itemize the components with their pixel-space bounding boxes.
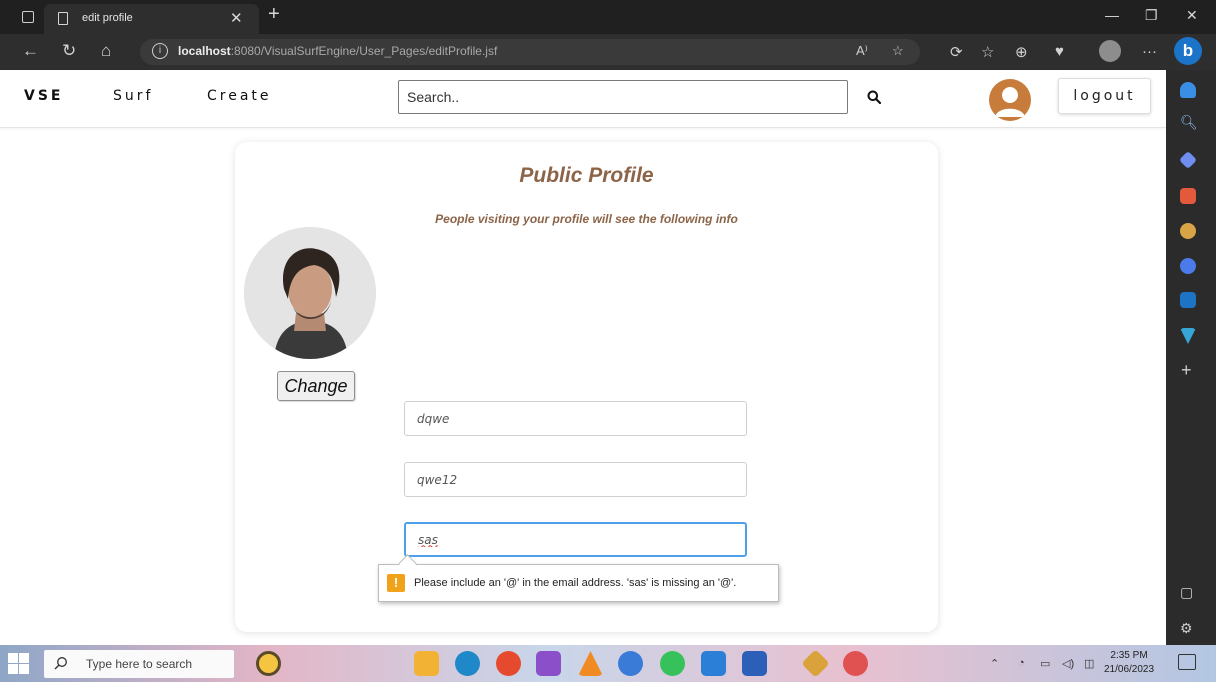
- edge-sidebar: 🔍︎ + ▢ ⚙: [1166, 70, 1216, 645]
- network-icon[interactable]: ◔: [1018, 657, 1025, 669]
- tools-icon[interactable]: [1180, 188, 1196, 204]
- tab-close-icon[interactable]: ✕: [230, 9, 243, 27]
- sidebar-search-icon[interactable]: 🔍︎: [1180, 114, 1198, 131]
- browser-tab-strip: edit profile ✕ + — ❐ ✕: [0, 0, 1216, 34]
- password-input[interactable]: [405, 463, 746, 496]
- clock-time: 2:35 PM: [1110, 650, 1148, 661]
- profile-card: Public Profile People visiting your prof…: [235, 142, 938, 632]
- user-avatar-icon[interactable]: [989, 79, 1031, 121]
- site-search-input[interactable]: [399, 81, 847, 113]
- extensions-icon[interactable]: ⟳: [950, 43, 963, 61]
- windows-start-icon[interactable]: [8, 653, 30, 675]
- warning-icon: !: [387, 574, 405, 592]
- taskbar-search-placeholder: Type here to search: [86, 657, 193, 671]
- collections-icon[interactable]: ⊕: [1015, 43, 1028, 61]
- language-icon[interactable]: ◫: [1084, 657, 1094, 670]
- chrome-icon[interactable]: [496, 651, 521, 676]
- minimize-icon[interactable]: —: [1105, 7, 1119, 23]
- nav-link-create[interactable]: Create: [207, 88, 272, 104]
- new-tab-icon[interactable]: +: [268, 3, 280, 26]
- taskbar-clock[interactable]: 2:35 PM 21/06/2023: [1104, 649, 1154, 677]
- volume-icon[interactable]: ◁): [1062, 657, 1074, 670]
- validation-message: Please include an '@' in the email addre…: [414, 577, 737, 589]
- username-field: [404, 401, 747, 436]
- sidebar-settings-icon[interactable]: ⚙: [1180, 620, 1193, 637]
- bing-chat-icon[interactable]: b: [1174, 37, 1202, 65]
- app-icon-red[interactable]: [843, 651, 868, 676]
- drop-icon[interactable]: [1180, 328, 1196, 344]
- browser-toolbar: ← ↻ ⌂ i localhost:8080/VisualSurfEngine/…: [0, 34, 1216, 70]
- back-icon[interactable]: ←: [22, 41, 39, 61]
- logout-button[interactable]: logout: [1058, 78, 1151, 114]
- discover-icon[interactable]: [1180, 82, 1196, 98]
- nav-link-surf[interactable]: Surf: [113, 88, 153, 104]
- shopping-icon[interactable]: [1178, 150, 1198, 170]
- page-icon: [58, 12, 68, 25]
- taskbar-search-icon: [54, 657, 67, 670]
- favorite-star-icon[interactable]: ☆: [892, 43, 904, 59]
- widgets-icon[interactable]: [256, 651, 281, 676]
- browser-profile-icon[interactable]: [1099, 40, 1121, 62]
- word-icon[interactable]: [742, 651, 767, 676]
- email-field: [404, 522, 747, 557]
- read-aloud-icon[interactable]: A⁾: [856, 43, 868, 59]
- site-search-box: [398, 80, 848, 114]
- app-icon-blue[interactable]: [618, 651, 643, 676]
- site-info-icon[interactable]: i: [152, 43, 168, 59]
- windows-taskbar: Type here to search ⌃ ◔ ▭ ◁) ◫ 2:35 PM 2…: [0, 645, 1216, 682]
- taskbar-search-box[interactable]: Type here to search: [44, 650, 234, 678]
- page-title: Public Profile: [519, 164, 654, 187]
- refresh-icon[interactable]: ↻: [62, 41, 76, 61]
- notifications-icon[interactable]: [1178, 654, 1196, 670]
- restore-icon[interactable]: ❐: [1145, 7, 1158, 24]
- brand-link[interactable]: VSE: [24, 88, 63, 104]
- tray-overflow-icon[interactable]: ⌃: [990, 657, 999, 670]
- validation-tooltip: ! Please include an '@' in the email add…: [378, 564, 779, 602]
- window-close-icon[interactable]: ✕: [1186, 7, 1198, 24]
- site-navbar: VSE Surf Create logout: [0, 70, 1166, 128]
- add-sidebar-app-icon[interactable]: +: [1181, 360, 1192, 381]
- more-options-icon[interactable]: ···: [1142, 43, 1157, 60]
- vscode-icon[interactable]: [701, 651, 726, 676]
- battery-icon[interactable]: ▭: [1040, 657, 1050, 670]
- whatsapp-icon[interactable]: [660, 651, 685, 676]
- app-icon-cube[interactable]: [801, 649, 830, 678]
- tab-title: edit profile: [82, 12, 133, 24]
- outlook-icon[interactable]: [1180, 292, 1196, 308]
- file-explorer-icon[interactable]: [414, 651, 439, 676]
- username-input[interactable]: [405, 402, 746, 435]
- email-input[interactable]: [406, 524, 745, 555]
- edge-icon[interactable]: [455, 651, 480, 676]
- web-page: VSE Surf Create logout Public Profile Pe…: [0, 70, 1166, 645]
- tab-edit-profile[interactable]: edit profile ✕: [44, 4, 259, 34]
- hide-sidebar-icon[interactable]: ▢: [1180, 584, 1193, 601]
- games-icon[interactable]: [1180, 223, 1196, 239]
- clock-date: 21/06/2023: [1104, 664, 1155, 675]
- profile-picture: [244, 227, 376, 359]
- favorites-icon[interactable]: ☆: [981, 43, 994, 61]
- home-icon[interactable]: ⌂: [101, 41, 111, 61]
- visual-studio-icon[interactable]: [536, 651, 561, 676]
- change-photo-button[interactable]: Change: [277, 371, 355, 401]
- microsoft-365-icon[interactable]: [1180, 258, 1196, 274]
- search-icon[interactable]: [867, 90, 881, 104]
- page-subtitle: People visiting your profile will see th…: [435, 212, 738, 226]
- browser-essentials-icon[interactable]: ♥: [1055, 43, 1064, 60]
- address-bar[interactable]: i localhost:8080/VisualSurfEngine/User_P…: [140, 39, 920, 65]
- password-field: [404, 462, 747, 497]
- url-text[interactable]: localhost:8080/VisualSurfEngine/User_Pag…: [178, 44, 497, 58]
- tab-actions-icon[interactable]: [22, 11, 34, 23]
- vlc-icon[interactable]: [578, 651, 603, 676]
